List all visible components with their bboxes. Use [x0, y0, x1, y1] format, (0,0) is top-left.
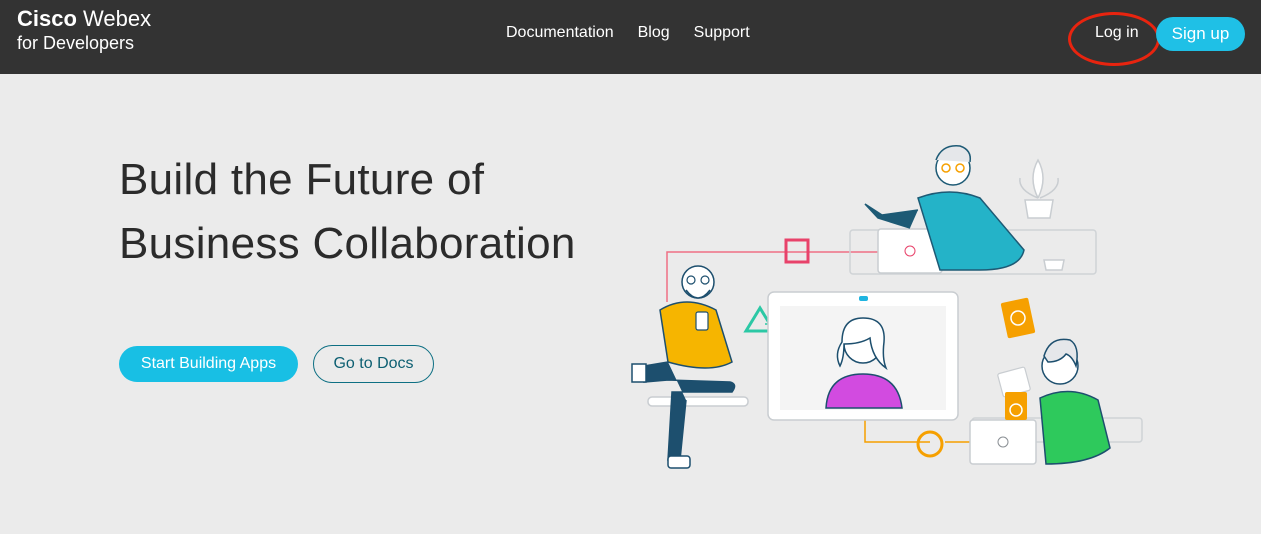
left-sitting-figure	[631, 265, 749, 469]
start-building-apps-button[interactable]: Start Building Apps	[119, 346, 298, 382]
brand-name-strong: Cisco	[17, 6, 77, 31]
collaboration-illustration	[631, 145, 1143, 469]
top-navbar: Cisco Webex for Developers Documentation…	[0, 0, 1261, 74]
signup-button[interactable]: Sign up	[1156, 17, 1245, 51]
nav-blog[interactable]: Blog	[638, 23, 670, 43]
top-desk-figure	[849, 145, 1097, 275]
hero-title: Build the Future of Business Collaborati…	[119, 148, 639, 276]
hero-title-line1: Build the Future of	[119, 155, 485, 204]
login-link[interactable]: Log in	[1082, 23, 1152, 43]
video-call-monitor	[767, 291, 959, 421]
brand-name-light: Webex	[83, 6, 152, 31]
orange-circle-shape	[916, 430, 944, 458]
brand-logo[interactable]: Cisco Webex for Developers	[17, 6, 151, 54]
main-nav: Documentation Blog Support	[506, 23, 774, 43]
pink-square-shape	[784, 238, 810, 264]
nav-documentation[interactable]: Documentation	[506, 23, 614, 43]
go-to-docs-button[interactable]: Go to Docs	[313, 345, 434, 383]
nav-support[interactable]: Support	[694, 23, 750, 43]
hero-title-line2: Business Collaboration	[119, 219, 576, 268]
right-sitting-figure	[969, 338, 1143, 465]
orange-card-shape	[1000, 297, 1036, 339]
brand-subtitle: for Developers	[17, 33, 135, 53]
